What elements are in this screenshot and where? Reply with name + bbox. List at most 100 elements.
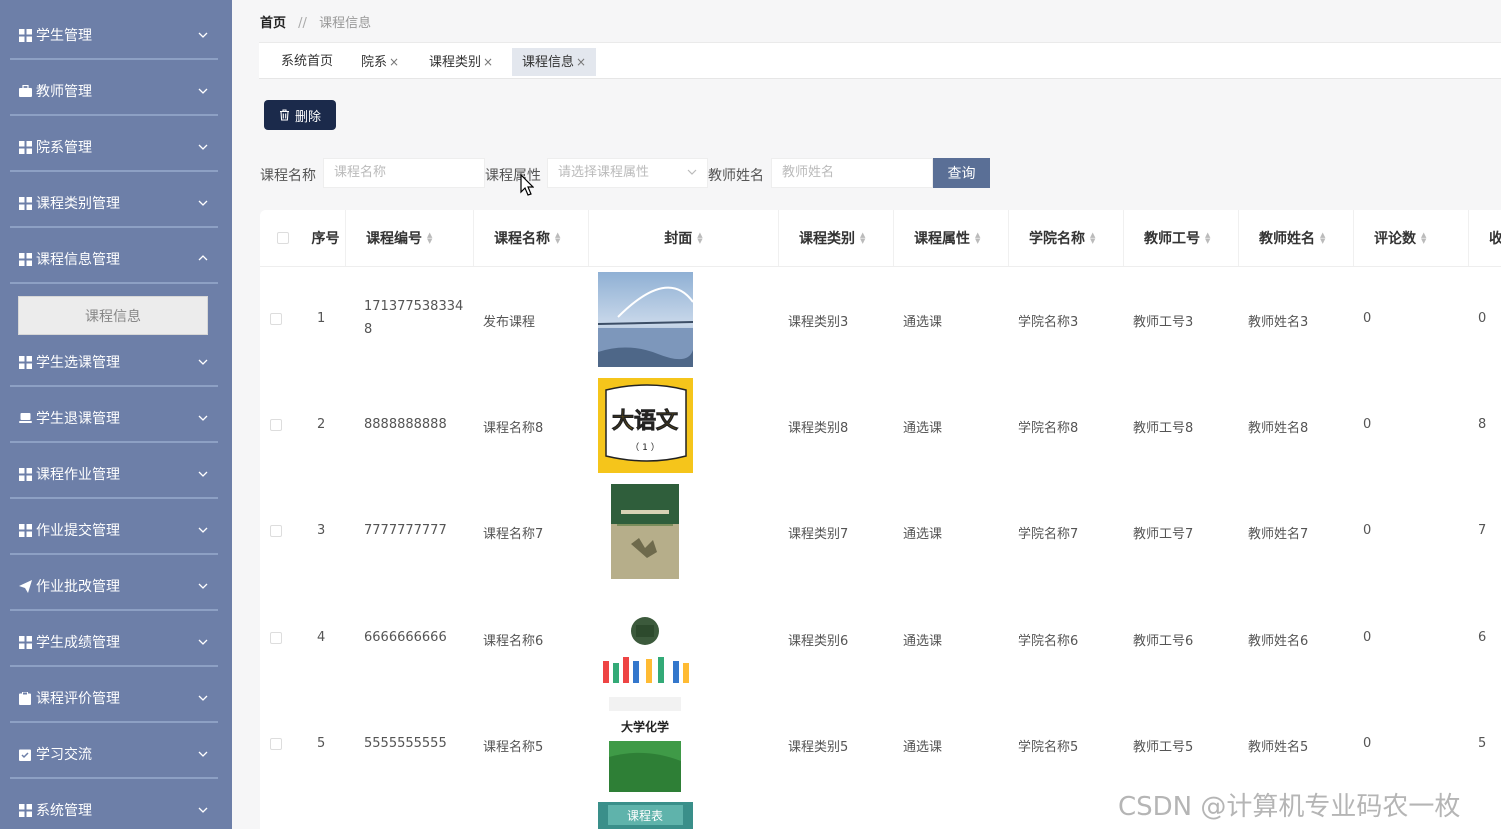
sort-icon[interactable]: ▲ ▼ (860, 232, 865, 245)
sidebar-item-6[interactable]: 学生选课管理 (10, 339, 218, 387)
table-row[interactable]: 5 5555555555 课程名称5 大学化学 课程类别5 通选课 学院名称5 教师工号5 教师… (260, 691, 1501, 797)
sidebar-item-5[interactable]: 课程信息管理 (10, 236, 218, 284)
cell-comment-count: 0 (1363, 523, 1372, 538)
sort-icon[interactable]: ▲ ▼ (1320, 232, 1325, 245)
sidebar-item-2[interactable]: 教师管理 (10, 68, 218, 116)
close-icon[interactable]: × (576, 55, 586, 69)
cell-collect-count: 7 (1478, 523, 1487, 538)
close-icon[interactable]: × (483, 55, 493, 69)
cell-course-category: 课程类别3 (788, 315, 849, 330)
cell-course-attribute: 通选课 (903, 740, 943, 755)
sidebar-item-1[interactable]: 学生管理 (10, 12, 218, 60)
cell-comment-count: 0 (1363, 630, 1372, 645)
sidebar: 学生管理教师管理院系管理课程类别管理 课程信息管理学生选课管理 学生退课管理课程作业… (0, 0, 232, 829)
sidebar-item-3[interactable]: 院系管理 (10, 124, 218, 172)
sort-icon[interactable]: ▲ ▼ (555, 232, 560, 245)
column-header[interactable]: 课程编号 ▲ ▼ (346, 210, 474, 266)
cover-image (597, 272, 694, 367)
course-name-input[interactable]: 课程名称 (323, 158, 485, 188)
column-header[interactable]: 学院名称 ▲ ▼ (1009, 210, 1124, 266)
tab-4[interactable]: 课程信息 × (512, 48, 597, 76)
chevron-down-icon (198, 144, 208, 150)
table-header: 序号 课程编号 ▲ ▼ 课程名称 ▲ ▼ 封面 ▲ ▼ 课程类别 ▲ ▼ 课程属性 ▲ ▼ 学院名称 ▲ ▼ 教师工号… (260, 210, 1501, 267)
chevron-down-icon (198, 200, 208, 206)
sidebar-item-label: 课程类别管理 (36, 196, 120, 212)
cell-course-category: 课程类别8 (788, 421, 849, 436)
delete-button[interactable]: 删除 (264, 100, 336, 130)
column-header-label: 课程编号 (366, 231, 422, 247)
sidebar-item-13[interactable]: 学习交流 (10, 731, 218, 779)
row-checkbox[interactable] (270, 525, 282, 537)
table-row[interactable]: 4 6666666666 课程名称6 课程类别6 通选课 学院名称6 教师工号6 教师姓名6 0… (260, 585, 1501, 691)
sidebar-item-label: 课程信息管理 (36, 252, 120, 268)
breadcrumb-home[interactable]: 首页 (260, 16, 286, 31)
column-header-label: 教师姓名 (1259, 231, 1315, 247)
cell-course-code: 7777777777 (364, 523, 447, 538)
sort-icon[interactable]: ▲ ▼ (975, 232, 980, 245)
table-row[interactable]: 1 171377538334 8 发布课程 课程类别3 通选课 学院名称3 教师工号3 教师姓名… (260, 266, 1501, 372)
column-header[interactable]: 收 (1469, 210, 1501, 266)
column-header[interactable]: 课程类别 ▲ ▼ (779, 210, 894, 266)
cover-image: 大语文 （ 1 ） (598, 378, 693, 473)
query-button[interactable]: 查询 (933, 158, 990, 188)
grid-icon (18, 140, 32, 154)
row-checkbox[interactable] (270, 632, 282, 644)
tab-label: 课程信息 (522, 55, 575, 70)
cell-collect-count: 5 (1478, 736, 1487, 751)
chevron-down-icon (198, 32, 208, 38)
watermark: CSDN @计算机专业码农一枚 (1118, 792, 1461, 822)
cell-course-category: 课程类别7 (788, 527, 849, 542)
row-checkbox[interactable] (270, 738, 282, 750)
cover-image (611, 484, 679, 579)
teacher-name-input[interactable]: 教师姓名 (771, 158, 933, 188)
table-row[interactable]: 3 7777777777 课程名称7 课程类别7 通选课 学院名称7 教师工号7 教师姓名7 0… (260, 478, 1501, 584)
sort-icon[interactable]: ▲ ▼ (1421, 232, 1426, 245)
cell-course-name: 课程名称6 (483, 634, 544, 649)
grid-icon (18, 523, 32, 537)
row-checkbox[interactable] (270, 313, 282, 325)
sidebar-item-11[interactable]: 学生成绩管理 (10, 619, 218, 667)
sidebar-item-7[interactable]: 学生退课管理 (10, 395, 218, 443)
svg-text:课程表: 课程表 (627, 808, 663, 823)
sort-icon[interactable]: ▲ ▼ (427, 232, 432, 245)
column-header[interactable]: 教师工号 ▲ ▼ (1124, 210, 1239, 266)
cell-course-category: 课程类别6 (788, 634, 849, 649)
cell-course-attribute: 通选课 (903, 315, 943, 330)
sidebar-item-14[interactable]: 系统管理 (10, 787, 218, 829)
sidebar-item-8[interactable]: 课程作业管理 (10, 451, 218, 499)
column-header[interactable]: 评论数 ▲ ▼ (1354, 210, 1469, 266)
close-icon[interactable]: × (389, 55, 399, 69)
sidebar-item-12[interactable]: 课程评价管理 (10, 675, 218, 723)
sort-icon[interactable]: ▲ ▼ (1205, 232, 1210, 245)
trash-icon (279, 109, 289, 121)
sort-icon[interactable]: ▲ ▼ (697, 232, 702, 245)
column-header[interactable]: 封面 ▲ ▼ (589, 210, 779, 266)
sidebar-item-10[interactable]: 作业批改管理 (10, 563, 218, 611)
sidebar-item-label: 课程作业管理 (36, 467, 120, 483)
send-icon (18, 579, 32, 593)
column-header[interactable]: 课程名称 ▲ ▼ (474, 210, 589, 266)
sidebar-item-4[interactable]: 课程类别管理 (10, 180, 218, 228)
cover-image (598, 591, 693, 686)
cell-collect-count: 0 (1478, 311, 1487, 326)
sidebar-item-label: 学生管理 (36, 28, 92, 44)
column-header[interactable]: 课程属性 ▲ ▼ (894, 210, 1009, 266)
table-row[interactable]: 2 8888888888 课程名称8 大语文 （ 1 ） 课程类别8 通选课 学院名称8 教师工… (260, 372, 1501, 478)
tab-2[interactable]: 院系 × (351, 48, 409, 76)
cell-index: 3 (317, 523, 326, 538)
svg-text:大学化学: 大学化学 (621, 719, 669, 734)
tab-label: 课程类别 (429, 55, 482, 70)
tab-1[interactable]: 系统首页 (271, 48, 343, 76)
course-attr-select[interactable]: 请选择课程属性 (547, 158, 708, 188)
row-checkbox[interactable] (270, 419, 282, 431)
sort-icon[interactable]: ▲ ▼ (1090, 232, 1095, 245)
column-header[interactable]: 教师姓名 ▲ ▼ (1239, 210, 1354, 266)
column-header-label: 序号 (311, 231, 340, 247)
tab-3[interactable]: 课程类别 × (419, 48, 503, 76)
cell-course-code-wrap: 8 (364, 322, 373, 337)
column-header-label: 教师工号 (1144, 231, 1200, 247)
submenu-course-info[interactable]: 课程信息 (18, 296, 208, 335)
cell-course-name: 课程名称5 (483, 740, 544, 755)
select-all-checkbox[interactable] (277, 232, 289, 244)
sidebar-item-9[interactable]: 作业提交管理 (10, 507, 218, 555)
